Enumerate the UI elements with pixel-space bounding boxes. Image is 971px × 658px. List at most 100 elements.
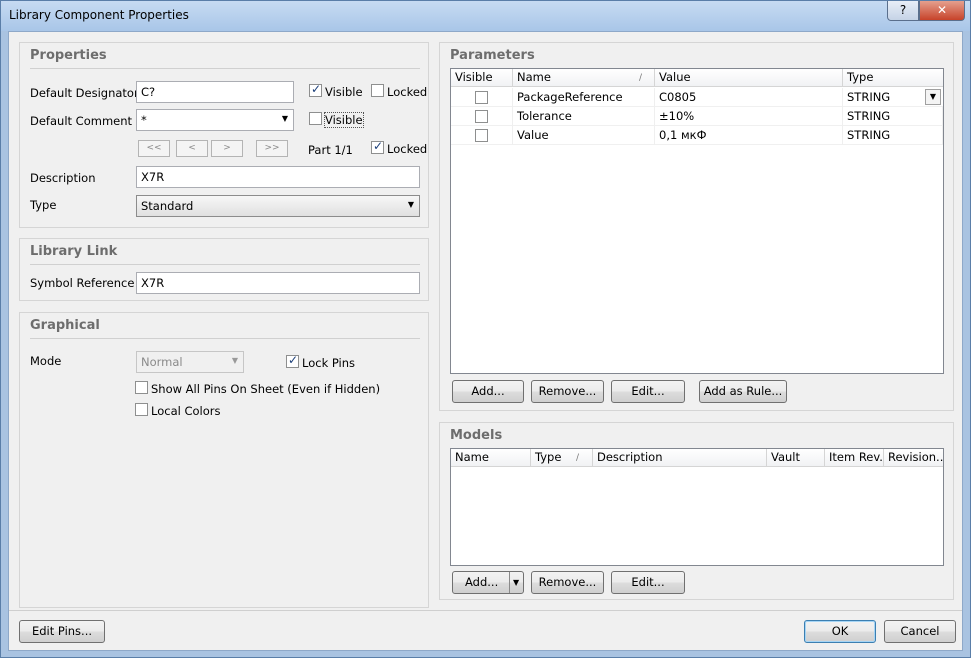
parameter-value-cell[interactable]: C0805	[655, 88, 843, 107]
default-comment-combo[interactable]: * ▼	[136, 109, 294, 131]
divider	[30, 338, 420, 339]
default-designator-label: Default Designator	[30, 86, 139, 100]
part-label: Part 1/1	[308, 143, 353, 157]
model-edit-label: Edit...	[631, 575, 665, 589]
previous-part-button[interactable]: <	[176, 140, 208, 157]
mode-label: Mode	[30, 354, 62, 368]
parameter-row[interactable]: Tolerance ±10% STRING	[451, 107, 943, 126]
cancel-button[interactable]: Cancel	[884, 620, 956, 643]
column-model-item-rev[interactable]: Item Rev...	[825, 449, 884, 467]
column-name-label: Name	[517, 70, 551, 84]
help-button[interactable]: ?	[887, 1, 919, 21]
description-input[interactable]: X7R	[136, 166, 420, 188]
column-type[interactable]: Type	[843, 69, 943, 87]
title-bar[interactable]: Library Component Properties ? ✕	[1, 1, 970, 31]
models-header: Name Type ∕ Description Vault Item Rev..…	[451, 449, 943, 467]
properties-title: Properties	[30, 48, 107, 63]
model-remove-button[interactable]: Remove...	[531, 571, 604, 594]
parameter-name-cell[interactable]: PackageReference	[513, 88, 655, 107]
local-colors-checkbox[interactable]	[135, 403, 148, 416]
type-label: Type	[30, 198, 57, 212]
parameter-row[interactable]: Value 0,1 мкФ STRING	[451, 126, 943, 145]
lock-pins-label: Lock Pins	[302, 356, 356, 370]
dialog-client: Properties Default Designator C? Visible…	[8, 31, 963, 651]
description-label: Description	[30, 171, 96, 185]
designator-visible-checkbox[interactable]	[309, 82, 322, 97]
parameter-visible-cell	[451, 88, 513, 107]
library-link-group: Library Link Symbol Reference X7R	[19, 238, 429, 301]
column-model-type-label: Type	[535, 450, 562, 464]
parameter-value-cell[interactable]: ±10%	[655, 107, 843, 126]
mode-value: Normal	[141, 355, 183, 369]
cancel-label: Cancel	[900, 624, 940, 638]
part-locked-label: Locked	[387, 142, 428, 156]
properties-group: Properties Default Designator C? Visible…	[19, 42, 429, 228]
part-locked-checkbox[interactable]	[371, 139, 384, 154]
show-all-pins-label: Show All Pins On Sheet (Even if Hidden)	[151, 382, 381, 396]
column-model-revision[interactable]: Revision...	[884, 449, 943, 467]
default-comment-label: Default Comment	[30, 114, 133, 128]
column-visible[interactable]: Visible	[451, 69, 513, 87]
models-title: Models	[450, 428, 503, 443]
parameter-visible-checkbox[interactable]	[475, 91, 488, 104]
window-title: Library Component Properties	[9, 8, 189, 22]
edit-pins-button[interactable]: Edit Pins...	[19, 620, 105, 643]
dialog-window: Library Component Properties ? ✕ Propert…	[0, 0, 971, 658]
close-button[interactable]: ✕	[919, 1, 965, 21]
models-grid: Name Type ∕ Description Vault Item Rev..…	[450, 448, 944, 566]
lock-pins-checkbox[interactable]	[286, 353, 299, 368]
parameter-type-cell[interactable]: STRING	[843, 126, 943, 145]
parameter-visible-checkbox[interactable]	[475, 110, 488, 123]
comment-visible-label: Visible	[324, 112, 364, 128]
parameter-remove-label: Remove...	[538, 384, 597, 398]
parameter-visible-cell	[451, 126, 513, 145]
comment-visible-checkbox[interactable]	[309, 112, 322, 125]
sort-icon: ∕	[576, 453, 580, 463]
last-part-button[interactable]: >>	[256, 140, 288, 157]
parameter-add-label: Add...	[471, 384, 505, 398]
default-designator-input[interactable]: C?	[136, 81, 294, 103]
divider	[30, 264, 420, 265]
divider	[30, 68, 420, 69]
sort-icon: ∕	[639, 73, 643, 83]
type-dropdown[interactable]: Standard ▼	[136, 195, 420, 217]
show-all-pins-checkbox[interactable]	[135, 381, 148, 394]
parameters-header: Visible Name ∕ Value Type	[451, 69, 943, 87]
parameter-name-cell[interactable]: Value	[513, 126, 655, 145]
parameter-visible-checkbox[interactable]	[475, 129, 488, 142]
column-value[interactable]: Value	[655, 69, 843, 87]
parameters-grid: Visible Name ∕ Value Type PackageReferen…	[450, 68, 944, 374]
column-name[interactable]: Name ∕	[513, 69, 655, 87]
parameters-title: Parameters	[450, 48, 535, 63]
chevron-down-icon: ▼	[231, 356, 238, 365]
models-group: Models Name Type ∕ Description Vault Ite…	[439, 422, 954, 600]
parameter-add-button[interactable]: Add...	[452, 380, 524, 403]
parameter-edit-label: Edit...	[631, 384, 665, 398]
add-as-rule-button[interactable]: Add as Rule...	[699, 380, 787, 403]
column-model-type[interactable]: Type ∕	[531, 449, 593, 467]
model-edit-button[interactable]: Edit...	[611, 571, 685, 594]
parameter-value-cell[interactable]: 0,1 мкФ	[655, 126, 843, 145]
parameter-row[interactable]: PackageReference C0805 STRING ▼	[451, 88, 943, 107]
library-link-title: Library Link	[30, 244, 118, 259]
parameter-type-cell[interactable]: STRING	[843, 107, 943, 126]
model-add-label: Add...	[465, 575, 499, 589]
parameter-name-cell[interactable]: Tolerance	[513, 107, 655, 126]
symbol-reference-input[interactable]: X7R	[136, 272, 420, 294]
column-model-name[interactable]: Name	[451, 449, 531, 467]
parameter-edit-button[interactable]: Edit...	[611, 380, 685, 403]
designator-locked-checkbox[interactable]	[371, 84, 384, 97]
mode-dropdown[interactable]: Normal ▼	[136, 351, 244, 373]
first-part-button[interactable]: <<	[138, 140, 170, 157]
ok-button[interactable]: OK	[804, 620, 876, 643]
parameter-remove-button[interactable]: Remove...	[531, 380, 604, 403]
graphical-group: Graphical Mode Normal ▼ Lock Pins Show A…	[19, 312, 429, 608]
edit-pins-label: Edit Pins...	[31, 624, 93, 638]
designator-locked-label: Locked	[387, 85, 428, 99]
model-add-button[interactable]: Add... ▼	[452, 571, 524, 594]
chevron-down-icon[interactable]: ▼	[925, 89, 941, 105]
next-part-button[interactable]: >	[211, 140, 243, 157]
chevron-down-icon[interactable]: ▼	[513, 572, 519, 593]
column-model-description[interactable]: Description	[593, 449, 767, 467]
column-model-vault[interactable]: Vault	[767, 449, 825, 467]
